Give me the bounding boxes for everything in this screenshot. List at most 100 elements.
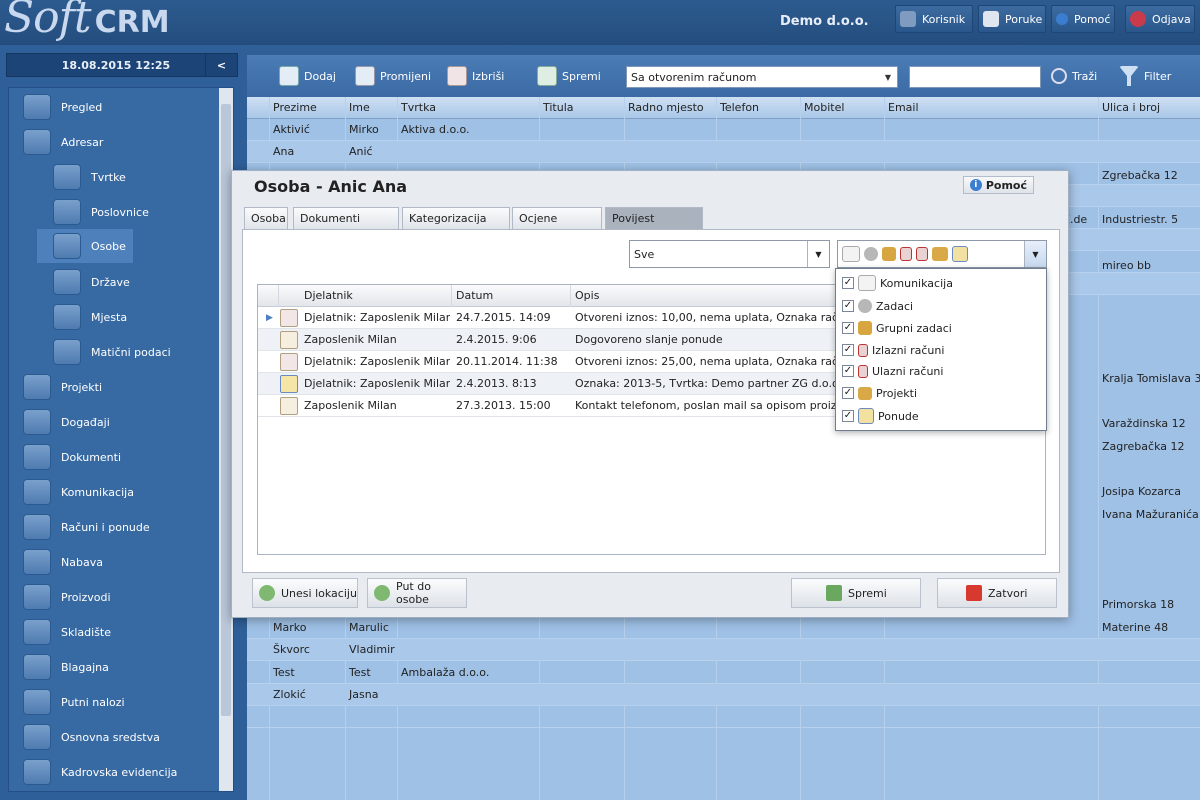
dialog-help-button[interactable]: i Pomoć: [962, 176, 1034, 194]
col-telefon[interactable]: Telefon: [716, 97, 800, 119]
nav-adresar[interactable]: Adresar: [23, 127, 233, 157]
add-button[interactable]: Dodaj: [279, 65, 336, 87]
nav-projekti[interactable]: Projekti: [23, 372, 233, 402]
nav-skladiste[interactable]: Skladište: [23, 617, 233, 647]
nav-tvrtke[interactable]: Tvrtke: [53, 162, 213, 192]
filter-combo[interactable]: Sa otvorenim računom ▼: [626, 66, 898, 88]
save-icon: [537, 66, 557, 86]
tab-ocjene[interactable]: Ocjene: [512, 207, 602, 229]
type-option-izlazni-racuni[interactable]: ✓ Izlazni računi: [842, 340, 944, 360]
nav-osobe[interactable]: Osobe: [37, 229, 133, 263]
table-row[interactable]: Zlokić Jasna: [247, 684, 1200, 706]
cell-prezime: Test: [273, 666, 295, 679]
type-option-projekti[interactable]: ✓ Projekti: [842, 383, 917, 403]
user-button[interactable]: Korisnik: [895, 5, 973, 33]
type-option-ulazni-racuni[interactable]: ✓ Ulazni računi: [842, 361, 943, 381]
messages-button[interactable]: Poruke: [978, 5, 1046, 33]
gear-icon: [864, 247, 878, 261]
nav-drzave[interactable]: Države: [53, 267, 213, 297]
place-icon: [53, 304, 81, 330]
checkbox-checked[interactable]: ✓: [842, 365, 854, 377]
nav-putni-nalozi[interactable]: Putni nalozi: [23, 687, 233, 717]
type-option-grupni-zadaci[interactable]: ✓ Grupni zadaci: [842, 318, 952, 338]
type-option-komunikacija[interactable]: ✓ Komunikacija: [842, 273, 953, 293]
nav-dogadaji[interactable]: Događaji: [23, 407, 233, 437]
scrollbar-thumb[interactable]: [221, 104, 231, 716]
navigation-menu: Pregled Adresar Tvrtke Poslovnice Osobe …: [8, 87, 234, 792]
nav-mjesta[interactable]: Mjesta: [53, 302, 213, 332]
route-icon: [374, 585, 390, 601]
grid-header: Prezime Ime Tvrtka Titula Radno mjesto T…: [247, 97, 1200, 119]
checkbox-checked[interactable]: ✓: [842, 344, 854, 356]
col-email[interactable]: Email: [884, 97, 1098, 119]
edit-button[interactable]: Promijeni: [355, 65, 431, 87]
collapse-sidebar-button[interactable]: <: [205, 54, 237, 76]
col-mobitel[interactable]: Mobitel: [800, 97, 884, 119]
table-row[interactable]: Ana Anić: [247, 141, 1200, 163]
search-input[interactable]: [909, 66, 1041, 88]
project-icon: [932, 247, 948, 261]
col-djelatnik[interactable]: Djelatnik: [300, 285, 450, 307]
nav-osnovna-sredstva[interactable]: Osnovna sredstva: [23, 722, 233, 752]
nav-pregled[interactable]: Pregled: [23, 92, 233, 122]
save-button[interactable]: Spremi: [537, 65, 601, 87]
tab-osoba[interactable]: Osoba: [244, 207, 288, 229]
nav-komunikacija[interactable]: Komunikacija: [23, 477, 233, 507]
overview-icon: [23, 94, 51, 120]
top-bar: Soft CRM Demo d.o.o. Korisnik Poruke Pomo…: [0, 0, 1200, 45]
person-icon: [53, 233, 81, 259]
branch-icon: [53, 199, 81, 225]
dialog-close-button[interactable]: Zatvori: [937, 578, 1057, 608]
search-button[interactable]: Traži: [1051, 65, 1097, 87]
tab-dokumenti[interactable]: Dokumenti: [293, 207, 399, 229]
col-opis[interactable]: Opis: [571, 285, 841, 307]
cell-ulica: Kralja Tomislava 3: [1102, 372, 1200, 385]
datetime-box: 18.08.2015 12:25 <: [6, 53, 238, 77]
nav-nabava[interactable]: Nabava: [23, 547, 233, 577]
nav-proizvodi[interactable]: Proizvodi: [23, 582, 233, 612]
col-ulica[interactable]: Ulica i broj: [1098, 97, 1200, 119]
nav-racuni-i-ponude[interactable]: Računi i ponude: [23, 512, 233, 542]
history-filter-select[interactable]: Sve ▼: [629, 240, 830, 268]
tab-povijest[interactable]: Povijest: [605, 207, 703, 229]
group-task-icon: [882, 247, 896, 261]
cell-ulica: Zgrebačka 12: [1102, 169, 1178, 182]
col-datum[interactable]: Datum: [452, 285, 569, 307]
tab-kategorizacija[interactable]: Kategorizacija: [402, 207, 510, 229]
nav-dokumenti[interactable]: Dokumenti: [23, 442, 233, 472]
logout-button[interactable]: Odjava: [1125, 5, 1195, 33]
nav-kadrovska-evidencija[interactable]: Kadrovska evidencija: [23, 757, 233, 787]
filter-button[interactable]: Filter: [1119, 65, 1171, 87]
checkbox-checked[interactable]: ✓: [842, 277, 854, 289]
projects-icon: [23, 374, 51, 400]
col-titula[interactable]: Titula: [539, 97, 624, 119]
nav-poslovnice[interactable]: Poslovnice: [53, 197, 213, 227]
history-type-select[interactable]: ▼: [837, 240, 1047, 268]
checkbox-checked[interactable]: ✓: [842, 322, 854, 334]
col-radno-mjesto[interactable]: Radno mjesto: [624, 97, 716, 119]
enter-location-button[interactable]: Unesi lokaciju: [252, 578, 358, 608]
chevron-down-icon: ▼: [884, 72, 892, 82]
checkbox-checked[interactable]: ✓: [842, 300, 854, 312]
dialog-save-button[interactable]: Spremi: [791, 578, 921, 608]
type-option-zadaci[interactable]: ✓ Zadaci: [842, 296, 913, 316]
checkbox-checked[interactable]: ✓: [842, 387, 854, 399]
col-tvrtka[interactable]: Tvrtka: [397, 97, 539, 119]
table-row[interactable]: [247, 706, 1200, 728]
route-to-person-button[interactable]: Put do osobe: [367, 578, 467, 608]
checkbox-checked[interactable]: ✓: [842, 410, 854, 422]
nav-blagajna[interactable]: Blagajna: [23, 652, 233, 682]
table-row[interactable]: Aktivić Mirko Aktiva d.o.o.: [247, 119, 1200, 141]
nav-maticni-podaci[interactable]: Matični podaci: [53, 337, 213, 367]
delete-button[interactable]: Izbriši: [447, 65, 504, 87]
warehouse-icon: [23, 619, 51, 645]
col-prezime[interactable]: Prezime: [269, 97, 345, 119]
type-option-ponude[interactable]: ✓ Ponude: [842, 406, 919, 426]
col-ime[interactable]: Ime: [345, 97, 397, 119]
table-row[interactable]: Marko Marulic Materine 48: [247, 617, 1200, 639]
procurement-icon: [23, 549, 51, 575]
table-row[interactable]: Test Test Ambalaža d.o.o.: [247, 662, 1200, 684]
cell-ulica: Materine 48: [1102, 621, 1169, 634]
help-button[interactable]: Pomoć: [1051, 5, 1115, 33]
table-row[interactable]: Škvorc Vladimir: [247, 639, 1200, 661]
